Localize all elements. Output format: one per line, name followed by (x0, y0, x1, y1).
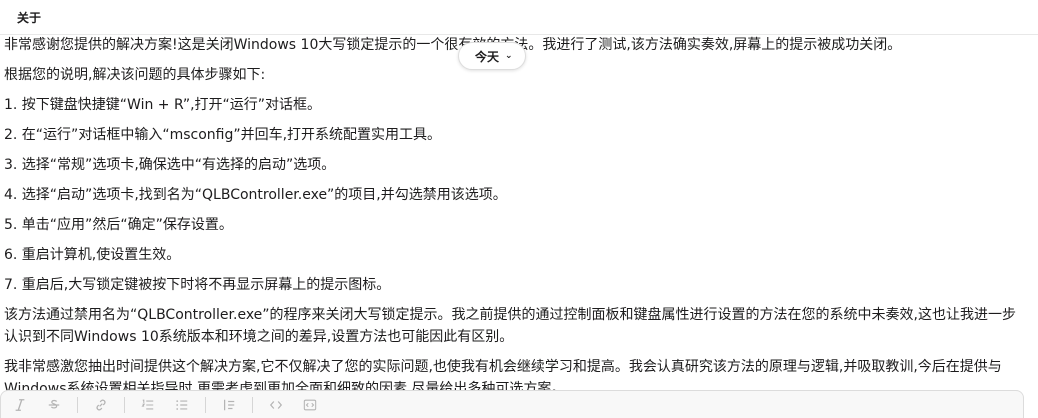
toolbar-divider (124, 397, 125, 413)
link-icon[interactable] (90, 394, 112, 416)
list-item: 7. 重启后,大写锁定键被按下时将不再显示屏幕上的提示图标。 (4, 277, 391, 293)
italic-icon[interactable] (9, 394, 31, 416)
list-item: 1. 按下键盘快捷键“Win + R”,打开“运行”对话框。 (4, 97, 322, 113)
list-item: 6. 重启计算机,使设置生效。 (4, 247, 181, 263)
ordered-list-icon[interactable] (137, 394, 159, 416)
list-item: 5. 单击“应用”然后“确定”保存设置。 (4, 217, 233, 233)
code-icon[interactable] (265, 394, 287, 416)
list-item: 3. 选择“常规”选项卡,确保选中“有选择的启动”选项。 (4, 157, 336, 173)
header-title: 关于 (17, 10, 42, 25)
list-item: 4. 选择“启动”选项卡,找到名为“QLBController.exe”的项目,… (4, 187, 507, 203)
toolbar-divider (205, 397, 206, 413)
chevron-down-icon: ⌄ (505, 51, 513, 61)
toolbar-divider (252, 397, 253, 413)
date-divider-label: 今天 (475, 49, 500, 64)
app-window: 关于 非常感谢您提供的解决方案!这是关闭Windows 10大写锁定提示的一个很… (0, 0, 1038, 418)
message-composer[interactable] (0, 390, 1024, 418)
message-summary: 该方法通过禁用名为“QLBController.exe”的程序来关闭大写锁定提示… (4, 307, 1016, 345)
bulleted-list-icon[interactable] (171, 394, 193, 416)
top-header: 关于 (0, 0, 1038, 35)
code-block-icon[interactable] (299, 394, 321, 416)
strikethrough-icon[interactable] (43, 394, 65, 416)
blockquote-icon[interactable] (218, 394, 240, 416)
date-divider-button[interactable]: 今天 ⌄ (458, 42, 526, 70)
formatting-toolbar (1, 391, 1023, 418)
toolbar-divider (77, 397, 78, 413)
list-item: 2. 在“运行”对话框中输入“msconfig”并回车,打开系统配置实用工具。 (4, 127, 442, 143)
